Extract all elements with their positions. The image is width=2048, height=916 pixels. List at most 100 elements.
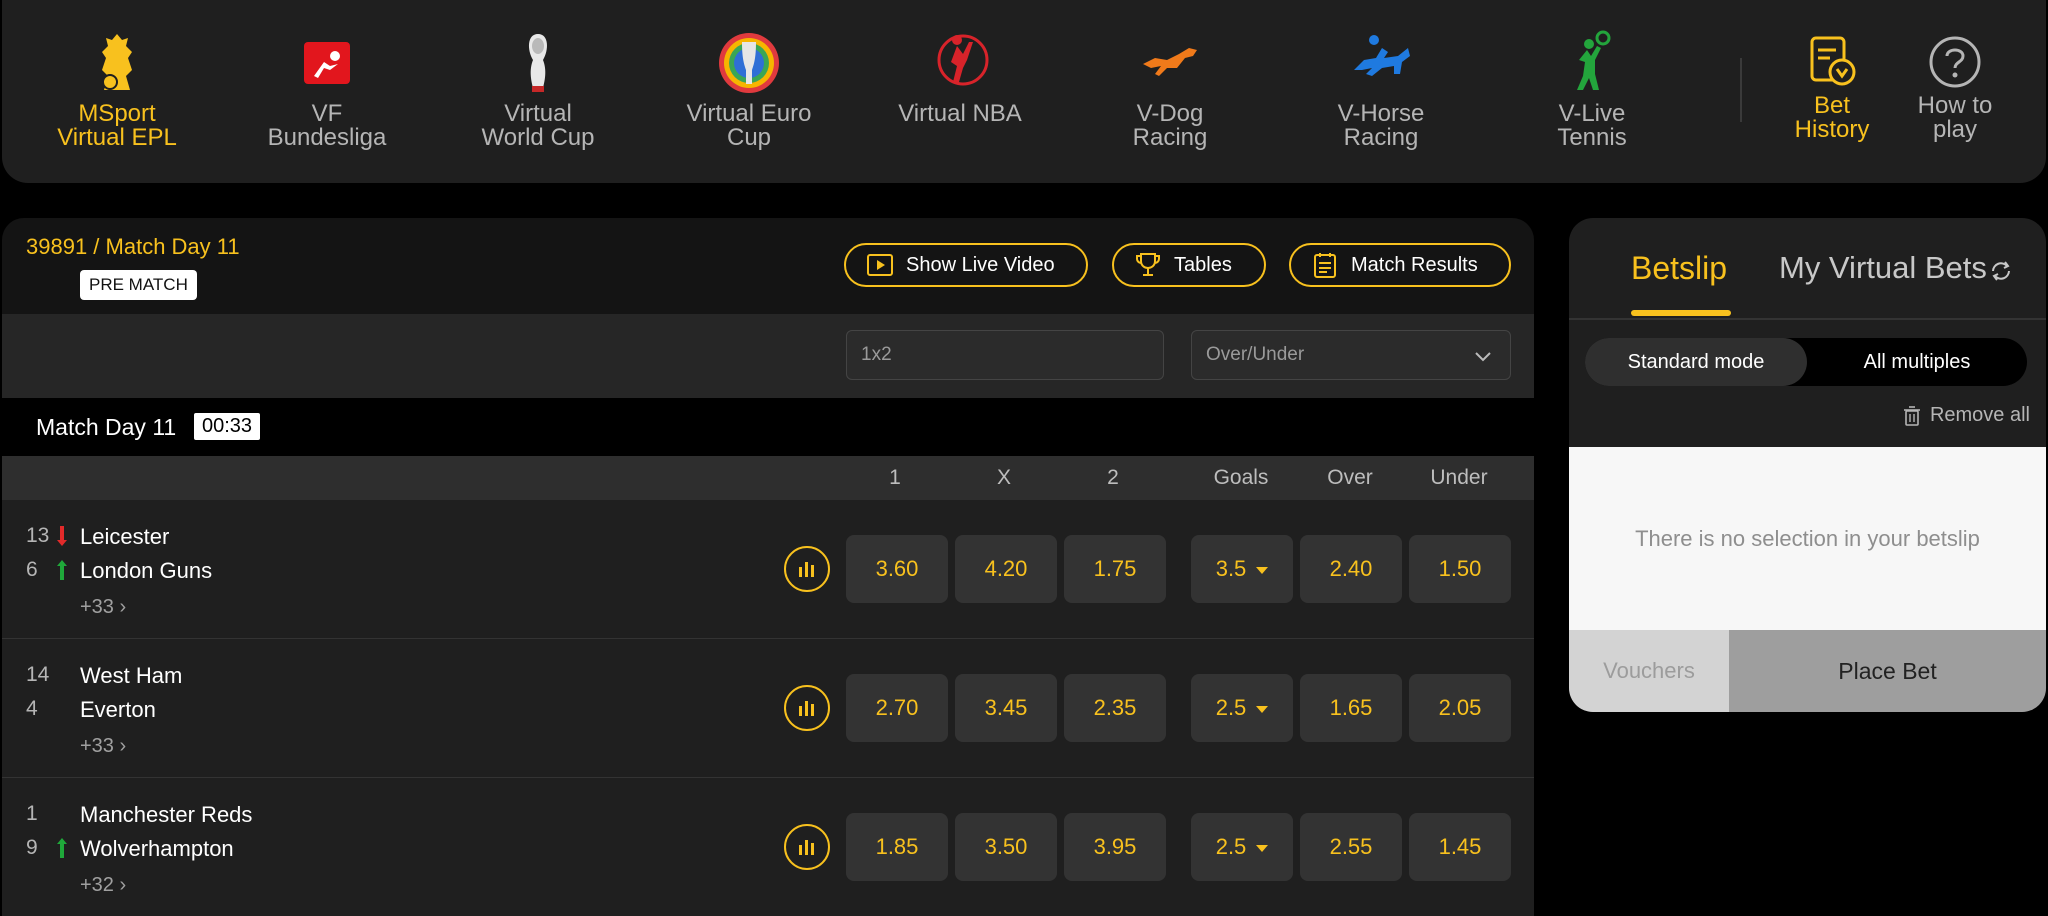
show-live-video-button[interactable]: Show Live Video	[844, 243, 1088, 287]
nav-item-virtual-world-cup[interactable]: Virtual World Cup	[443, 30, 633, 150]
more-markets-link[interactable]: +33 ›	[80, 596, 126, 619]
betslip-mode-toggle: Standard mode All multiples	[1585, 338, 2027, 386]
bar-chart-icon	[799, 562, 814, 577]
stats-button[interactable]	[784, 685, 830, 731]
bar-chart-icon	[799, 840, 814, 855]
basketball-player-icon	[937, 34, 989, 86]
odds-column-header: 1 X 2 Goals Over Under	[2, 456, 1534, 500]
home-rank: 1	[26, 802, 38, 825]
stats-button[interactable]	[784, 546, 830, 592]
odds-x-button[interactable]: 4.20	[955, 535, 1057, 603]
odds-x-button[interactable]: 3.45	[955, 674, 1057, 742]
nav-item-v-live-tennis[interactable]: V-Live Tennis	[1497, 30, 1687, 150]
odds-under-button[interactable]: 1.45	[1409, 813, 1511, 881]
odds-1-button[interactable]: 1.85	[846, 813, 948, 881]
trend-up-icon	[57, 560, 67, 580]
horse-racing-icon	[1354, 35, 1410, 76]
goals-line-select[interactable]: 2.5	[1191, 674, 1293, 742]
mode-all-multiples[interactable]: All multiples	[1807, 338, 2027, 386]
caret-down-icon	[1256, 566, 1269, 574]
nav-item-v-dog-racing[interactable]: V-Dog Racing	[1075, 30, 1265, 150]
odds-over-button[interactable]: 2.55	[1300, 813, 1402, 881]
nav-item-msport-virtual-epl[interactable]: MSport Virtual EPL	[22, 30, 212, 150]
col-label-goals: Goals	[1213, 466, 1269, 489]
remove-all-button[interactable]: Remove all	[1902, 404, 2030, 427]
match-row: 1 Manchester Reds 9 Wolverhampton +32 › …	[2, 778, 1534, 916]
match-row: 14 West Ham 4 Everton +33 › 2.70 3.45 2.…	[2, 639, 1534, 778]
bet-history-icon	[1810, 36, 1856, 86]
odds-over-button[interactable]: 1.65	[1300, 674, 1402, 742]
event-id: 39891 / Match Day 11	[26, 234, 240, 259]
matchday-title: Match Day 11	[36, 414, 177, 440]
chevron-right-icon: ›	[119, 735, 127, 757]
nav-how-to-play[interactable]: How to play	[1905, 34, 2005, 142]
market-select-1x2[interactable]: 1x2	[846, 330, 1164, 380]
col-label-under: Under	[1430, 466, 1488, 489]
goals-line-select[interactable]: 2.5	[1191, 813, 1293, 881]
odds-1-button[interactable]: 3.60	[846, 535, 948, 603]
nav-divider	[1740, 58, 1742, 122]
refresh-icon[interactable]	[1989, 259, 2013, 283]
divider	[1569, 318, 2046, 320]
away-rank: 9	[26, 836, 38, 859]
nav-item-virtual-euro-cup[interactable]: Virtual Euro Cup	[654, 30, 844, 150]
match-header: 39891 / Match Day 11 PRE MATCH Show Live…	[2, 218, 1534, 314]
countdown-timer: 00:33	[194, 413, 261, 440]
help-icon	[1929, 36, 1981, 88]
lion-crest-icon	[102, 34, 132, 90]
bundesliga-icon	[304, 42, 350, 84]
goals-line-select[interactable]: 3.5	[1191, 535, 1293, 603]
tab-my-virtual-bets[interactable]: My Virtual Bets	[1779, 250, 1987, 286]
nav-item-vf-bundesliga[interactable]: VF Bundesliga	[232, 30, 422, 150]
nav-item-v-horse-racing[interactable]: V-Horse Racing	[1286, 30, 1476, 150]
vouchers-button[interactable]: Vouchers	[1569, 630, 1729, 712]
world-cup-trophy-icon	[528, 34, 548, 92]
col-label-1: 1	[889, 466, 901, 489]
home-team: West Ham	[80, 663, 183, 688]
home-rank: 13	[26, 524, 50, 547]
status-badge: PRE MATCH	[80, 270, 197, 300]
top-nav: MSport Virtual EPL VF Bundesliga Virtual Wo…	[2, 0, 2046, 183]
more-markets-link[interactable]: +33 ›	[80, 735, 126, 758]
matchday-bar: Match Day 11 00:33	[2, 398, 1534, 456]
euro-cup-trophy-icon	[719, 33, 779, 93]
away-team: London Guns	[80, 558, 213, 583]
chevron-right-icon: ›	[119, 596, 127, 618]
col-label-over: Over	[1327, 466, 1373, 489]
bar-chart-icon	[799, 701, 814, 716]
nav-bet-history[interactable]: Bet History	[1782, 34, 1882, 142]
market-select-over-under[interactable]: Over/Under	[1191, 330, 1511, 380]
trend-up-icon	[57, 838, 67, 858]
odds-2-button[interactable]: 2.35	[1064, 674, 1166, 742]
odds-under-button[interactable]: 2.05	[1409, 674, 1511, 742]
odds-1-button[interactable]: 2.70	[846, 674, 948, 742]
odds-2-button[interactable]: 1.75	[1064, 535, 1166, 603]
nav-item-virtual-nba[interactable]: Virtual NBA	[865, 30, 1055, 126]
odds-x-button[interactable]: 3.50	[955, 813, 1057, 881]
odds-under-button[interactable]: 1.50	[1409, 535, 1511, 603]
away-rank: 4	[26, 697, 38, 720]
away-team: Wolverhampton	[80, 836, 234, 861]
odds-2-button[interactable]: 3.95	[1064, 813, 1166, 881]
mode-standard[interactable]: Standard mode	[1585, 338, 1807, 386]
betslip-tabs: Betslip My Virtual Bets	[1569, 218, 2046, 320]
active-tab-indicator	[1631, 310, 1731, 316]
stats-button[interactable]	[784, 824, 830, 870]
betslip-empty-message: There is no selection in your betslip	[1569, 447, 2046, 630]
place-bet-button[interactable]: Place Bet	[1729, 630, 2046, 712]
tennis-player-icon	[1577, 30, 1611, 90]
match-results-button[interactable]: Match Results	[1289, 243, 1511, 287]
trend-down-icon	[57, 526, 67, 546]
caret-down-icon	[1256, 705, 1269, 713]
more-markets-link[interactable]: +32 ›	[80, 874, 126, 897]
tab-betslip[interactable]: Betslip	[1631, 250, 1727, 287]
play-video-icon	[867, 254, 893, 276]
trophy-icon	[1136, 253, 1160, 276]
col-label-x: X	[996, 466, 1011, 489]
market-filter-bar: 1x2 Over/Under	[2, 314, 1534, 398]
odds-over-button[interactable]: 2.40	[1300, 535, 1402, 603]
match-row: 13 Leicester 6 London Guns +33 › 3.60 4.…	[2, 500, 1534, 639]
chevron-right-icon: ›	[119, 874, 127, 896]
tables-button[interactable]: Tables	[1112, 243, 1266, 287]
trash-icon	[1903, 405, 1920, 426]
